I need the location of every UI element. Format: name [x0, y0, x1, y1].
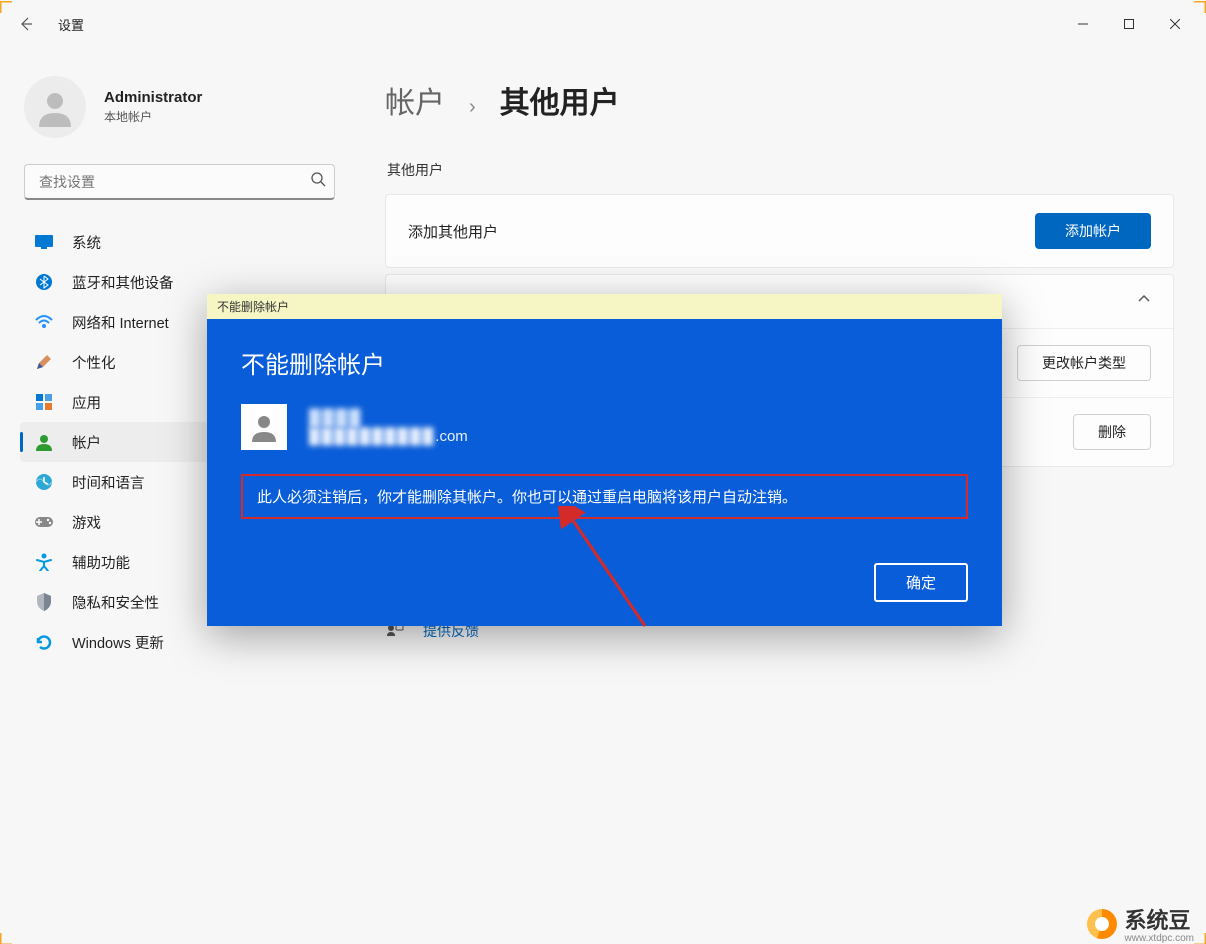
arrow-left-icon	[18, 16, 34, 32]
system-icon	[34, 232, 54, 252]
user-icon	[249, 412, 279, 442]
corner-mark-bl	[0, 932, 12, 944]
minimize-icon	[1078, 19, 1088, 29]
dialog-frame-title: 不能删除帐户	[207, 294, 1002, 319]
personalize-icon	[34, 352, 54, 372]
sidebar-item-label: 系统	[72, 232, 101, 253]
avatar	[24, 76, 86, 138]
dialog-user-email: ██████████.com	[309, 428, 468, 445]
accounts-icon	[34, 432, 54, 452]
cannot-delete-dialog: 不能删除帐户 不能删除帐户 ████ ██████████.com 此人必须注销…	[207, 294, 1002, 626]
window-controls	[1060, 8, 1198, 40]
window-title: 设置	[58, 15, 84, 34]
user-icon	[35, 87, 75, 127]
sidebar-item-label: Windows 更新	[72, 632, 164, 653]
add-other-user-label: 添加其他用户	[408, 221, 498, 242]
chevron-right-icon: ›	[469, 96, 476, 119]
sidebar-item-system[interactable]: 系统	[20, 222, 339, 262]
close-icon	[1170, 19, 1180, 29]
sidebar-item-label: 时间和语言	[72, 472, 145, 493]
sidebar-item-label: 隐私和安全性	[72, 592, 159, 613]
search-box[interactable]	[24, 164, 335, 200]
privacy-icon	[34, 592, 54, 612]
breadcrumb: 帐户 › 其他用户	[385, 78, 1174, 122]
current-user-block: Administrator 本地帐户	[24, 76, 339, 138]
breadcrumb-root[interactable]: 帐户	[385, 78, 445, 122]
back-button[interactable]	[8, 6, 44, 42]
access-icon	[34, 552, 54, 572]
dialog-user-info: ████ ██████████.com	[309, 410, 468, 445]
sidebar-item-label: 个性化	[72, 352, 116, 373]
corner-mark-tl	[0, 0, 12, 12]
dialog-user-name-redacted: ████	[309, 410, 468, 428]
watermark-logo-icon	[1087, 909, 1117, 939]
sidebar-item-update[interactable]: Windows 更新	[20, 622, 339, 662]
breadcrumb-current: 其他用户	[500, 78, 620, 122]
update-icon	[34, 632, 54, 652]
section-other-users-label: 其他用户	[387, 160, 1174, 180]
corner-mark-br	[1194, 932, 1206, 944]
sidebar-item-label: 游戏	[72, 512, 101, 533]
sidebar-item-label: 应用	[72, 392, 101, 413]
current-user-type: 本地帐户	[104, 108, 202, 125]
watermark-url: www.xtdpc.com	[1125, 933, 1194, 944]
current-user-info: Administrator 本地帐户	[104, 89, 202, 125]
settings-window: 设置 Administrator 本地帐户	[0, 0, 1206, 944]
watermark: 系统豆 www.xtdpc.com	[1087, 903, 1194, 944]
chevron-up-icon	[1137, 292, 1151, 311]
corner-mark-tr	[1194, 0, 1206, 12]
gaming-icon	[34, 512, 54, 532]
dialog-heading: 不能删除帐户	[241, 345, 968, 380]
dialog-body: 不能删除帐户 ████ ██████████.com 此人必须注销后，你才能删除…	[207, 319, 1002, 626]
current-user-name: Administrator	[104, 89, 202, 106]
dialog-message: 此人必须注销后，你才能删除其帐户。你也可以通过重启电脑将该用户自动注销。	[241, 474, 968, 519]
dialog-buttons: 确定	[241, 563, 968, 602]
sidebar-item-label: 网络和 Internet	[72, 312, 169, 333]
search-icon	[310, 171, 326, 192]
dialog-avatar	[241, 404, 287, 450]
dialog-ok-button[interactable]: 确定	[874, 563, 968, 602]
time-icon	[34, 472, 54, 492]
sidebar-item-label: 帐户	[72, 432, 101, 453]
network-icon	[34, 312, 54, 332]
add-account-button[interactable]: 添加帐户	[1035, 213, 1151, 249]
dialog-email-redacted: ██████████	[309, 428, 435, 445]
close-button[interactable]	[1152, 8, 1198, 40]
minimize-button[interactable]	[1060, 8, 1106, 40]
apps-icon	[34, 392, 54, 412]
sidebar-item-label: 辅助功能	[72, 552, 130, 573]
titlebar: 设置	[0, 0, 1206, 48]
bluetooth-icon	[34, 272, 54, 292]
add-other-user-row: 添加其他用户 添加帐户	[385, 194, 1174, 268]
maximize-button[interactable]	[1106, 8, 1152, 40]
dialog-user-block: ████ ██████████.com	[241, 404, 968, 450]
search-input[interactable]	[39, 174, 310, 190]
change-account-type-button[interactable]: 更改帐户类型	[1017, 345, 1151, 381]
sidebar-item-label: 蓝牙和其他设备	[72, 272, 174, 293]
delete-account-button[interactable]: 删除	[1073, 414, 1151, 450]
watermark-brand: 系统豆	[1125, 908, 1191, 933]
dialog-email-suffix: .com	[435, 428, 468, 445]
maximize-icon	[1124, 19, 1134, 29]
